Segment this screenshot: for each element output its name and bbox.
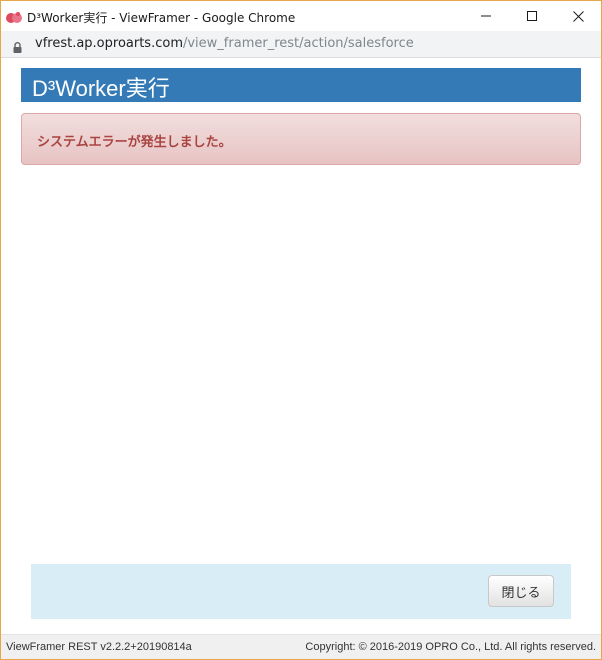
error-alert: システムエラーが発生しました。 — [21, 113, 581, 165]
close-button[interactable]: 閉じる — [488, 575, 554, 607]
close-icon — [572, 10, 584, 22]
minimize-icon — [481, 11, 491, 21]
status-bar: ViewFramer REST v2.2.2+20190814a Copyrig… — [1, 634, 601, 659]
browser-window: D³Worker実行 - ViewFramer - Google Chrome — [0, 0, 602, 660]
address-bar[interactable]: vfrest.ap.oproarts.com/view_framer_rest/… — [1, 31, 601, 58]
window-title: D³Worker実行 - ViewFramer - Google Chrome — [27, 11, 296, 25]
url-host: vfrest.ap.oproarts.com — [35, 36, 183, 51]
action-panel: 閉じる — [31, 564, 571, 619]
page-header: D³Worker実行 — [21, 68, 581, 102]
url-path: /view_framer_rest/action/salesforce — [182, 36, 414, 51]
page-title: D³Worker実行 — [32, 76, 170, 101]
url-text[interactable]: vfrest.ap.oproarts.com/view_framer_rest/… — [35, 36, 414, 51]
maximize-icon — [527, 11, 537, 21]
title-bar: D³Worker実行 - ViewFramer - Google Chrome — [1, 1, 601, 31]
window-close-button[interactable] — [555, 1, 601, 31]
version-text: ViewFramer REST v2.2.2+20190814a — [6, 641, 192, 653]
lock-icon[interactable] — [13, 38, 22, 53]
error-message: システムエラーが発生しました。 — [37, 135, 232, 150]
minimize-button[interactable] — [463, 1, 509, 31]
opro-logo-icon — [6, 9, 22, 23]
copyright-text: Copyright: © 2016-2019 OPRO Co., Ltd. Al… — [305, 641, 596, 653]
maximize-button[interactable] — [509, 1, 555, 31]
